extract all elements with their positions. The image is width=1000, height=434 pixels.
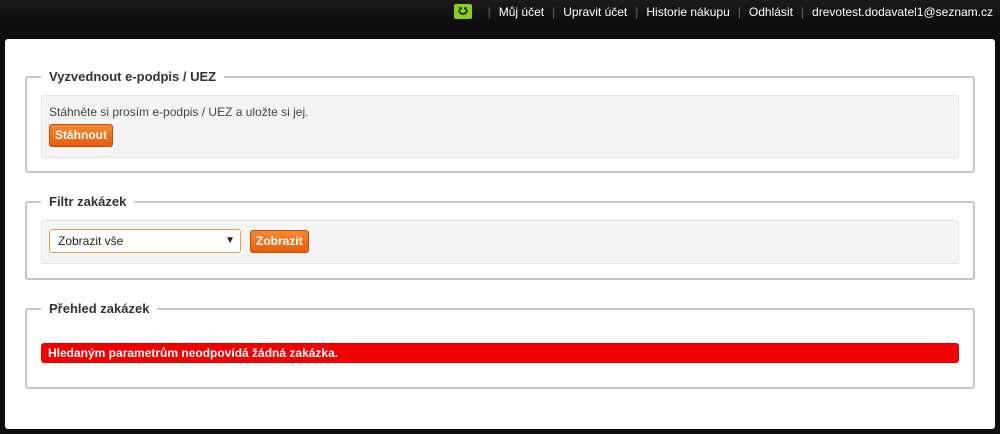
smiley-icon xyxy=(453,4,472,19)
overview-legend: Přehled zakázek xyxy=(41,300,158,318)
signature-box: Stáhněte si prosím e-podpis / UEZ a ulož… xyxy=(41,95,959,158)
overview-fieldset: Přehled zakázek Hledaným parametrům neod… xyxy=(25,300,975,389)
download-button[interactable]: Stáhnout xyxy=(49,124,113,147)
nav-logout-link[interactable]: Odhlásit xyxy=(749,5,793,19)
order-filter-select[interactable]: Zobrazit vše ▼ xyxy=(49,229,241,253)
nav-edit-account-link[interactable]: Upravit účet xyxy=(563,5,627,19)
signature-legend: Vyzvednout e-podpis / UEZ xyxy=(41,68,225,86)
nav-purchase-history-link[interactable]: Historie nákupu xyxy=(646,5,729,19)
main-panel: Vyzvednout e-podpis / UEZ Stáhněte si pr… xyxy=(5,39,995,429)
nav-separator: | xyxy=(552,4,556,19)
top-bar: | Můj účet | Upravit účet | Historie nák… xyxy=(0,0,1000,30)
filter-fieldset: Filtr zakázek Zobrazit vše ▼ Zobrazit xyxy=(25,193,975,280)
user-email-link[interactable]: drevotest.dodavatel1@seznam.cz xyxy=(812,5,993,19)
top-navigation: | Můj účet | Upravit účet | Historie nák… xyxy=(453,4,993,19)
show-button[interactable]: Zobrazit xyxy=(250,230,309,253)
dropdown-arrow-icon: ▼ xyxy=(225,235,235,246)
nav-separator: | xyxy=(800,4,805,19)
signature-fieldset: Vyzvednout e-podpis / UEZ Stáhněte si pr… xyxy=(25,68,975,173)
signature-description: Stáhněte si prosím e-podpis / UEZ a ulož… xyxy=(49,105,309,119)
no-results-alert: Hledaným parametrům neodpovídá žádná zak… xyxy=(41,343,959,363)
order-filter-value: Zobrazit vše xyxy=(58,234,124,248)
nav-my-account-link[interactable]: Můj účet xyxy=(499,5,544,19)
filter-legend: Filtr zakázek xyxy=(41,193,135,211)
filter-box: Zobrazit vše ▼ Zobrazit xyxy=(41,220,959,264)
nav-separator: | xyxy=(635,4,639,19)
nav-separator: | xyxy=(487,4,491,19)
nav-separator: | xyxy=(737,4,741,19)
